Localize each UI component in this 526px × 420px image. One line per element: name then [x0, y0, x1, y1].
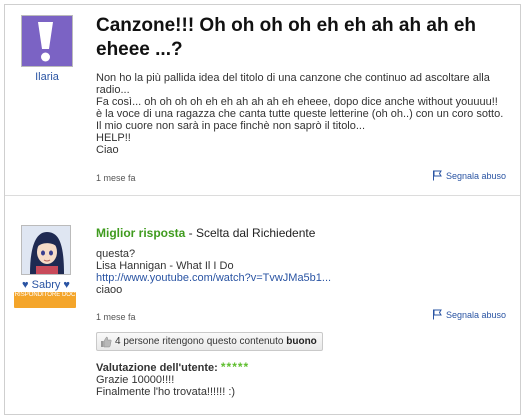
question-line: Ciao — [96, 144, 119, 156]
exclamation-icon — [22, 16, 72, 66]
qa-container: Ilaria Canzone!!! Oh oh oh oh eh eh ah a… — [4, 4, 521, 415]
anime-avatar-image — [22, 226, 70, 274]
flag-icon — [432, 309, 442, 320]
useful-prefix: 4 persone ritengono questo contenuto — [115, 336, 287, 347]
rating-comment-line: Finalmente l'ho trovata!!!!!! :) — [96, 386, 236, 398]
best-answer-section: ♥ Sabry ♥ RISPONDITORE DOC Miglior rispo… — [5, 210, 520, 415]
question-line: HELP!! — [96, 132, 131, 144]
question-section: Ilaria Canzone!!! Oh oh oh oh eh eh ah a… — [5, 5, 520, 196]
rating-comment-line: Grazie 10000!!!! — [96, 374, 175, 386]
question-body: Non ho la più pallida idea del titolo di… — [96, 72, 506, 156]
user-badge: RISPONDITORE DOC — [14, 292, 76, 308]
useful-text: 4 persone ritengono questo contenuto buo… — [115, 333, 317, 350]
answer-report-link[interactable]: Segnala abuso — [432, 309, 506, 320]
answer-body: questa? Lisa Hannigan - What Il I Do htt… — [96, 248, 331, 296]
question-line: Non ho la più pallida idea del titolo di… — [96, 72, 490, 96]
thumbs-up-icon — [101, 336, 112, 347]
report-label: Segnala abuso — [445, 309, 506, 320]
question-avatar[interactable] — [21, 15, 73, 67]
answer-avatar[interactable] — [21, 225, 71, 275]
answer-username[interactable]: ♥ Sabry ♥ — [15, 279, 77, 291]
answer-line: Lisa Hannigan - What Il I Do — [96, 260, 234, 272]
rating-stars: ***** — [220, 360, 250, 374]
rating-row: Valutazione dell'utente: ***** — [96, 361, 249, 374]
best-answer-label: Miglior risposta — [96, 226, 186, 240]
rating-label: Valutazione dell'utente: — [96, 362, 218, 374]
answer-closing: ciaoo — [96, 284, 123, 296]
answer-line: questa? — [96, 248, 136, 260]
question-timestamp: 1 mese fa — [96, 173, 136, 183]
question-report-link[interactable]: Segnala abuso — [432, 170, 506, 181]
answer-link[interactable]: http://www.youtube.com/watch?v=TvwJMa5b1… — [96, 272, 331, 284]
flag-icon — [432, 170, 442, 181]
question-username[interactable]: Ilaria — [21, 71, 73, 83]
question-line: Fa così... oh oh oh oh eh eh ah ah ah eh… — [96, 96, 498, 108]
question-title: Canzone!!! Oh oh oh oh eh eh ah ah ah eh… — [96, 15, 476, 60]
useful-word: buono — [286, 336, 317, 347]
answer-timestamp: 1 mese fa — [96, 312, 136, 322]
useful-vote-button[interactable]: 4 persone ritengono questo contenuto buo… — [96, 332, 323, 351]
report-label: Segnala abuso — [445, 170, 506, 181]
question-line: è la voce di una ragazza che canta tutte… — [96, 108, 504, 120]
chosen-by-label: - Scelta dal Richiedente — [185, 226, 316, 240]
user-rating: Valutazione dell'utente: ***** Grazie 10… — [96, 361, 249, 398]
best-answer-heading: Miglior risposta - Scelta dal Richiedent… — [96, 226, 315, 240]
question-line: Il mio cuore non sarà in pace finchè non… — [96, 120, 366, 132]
